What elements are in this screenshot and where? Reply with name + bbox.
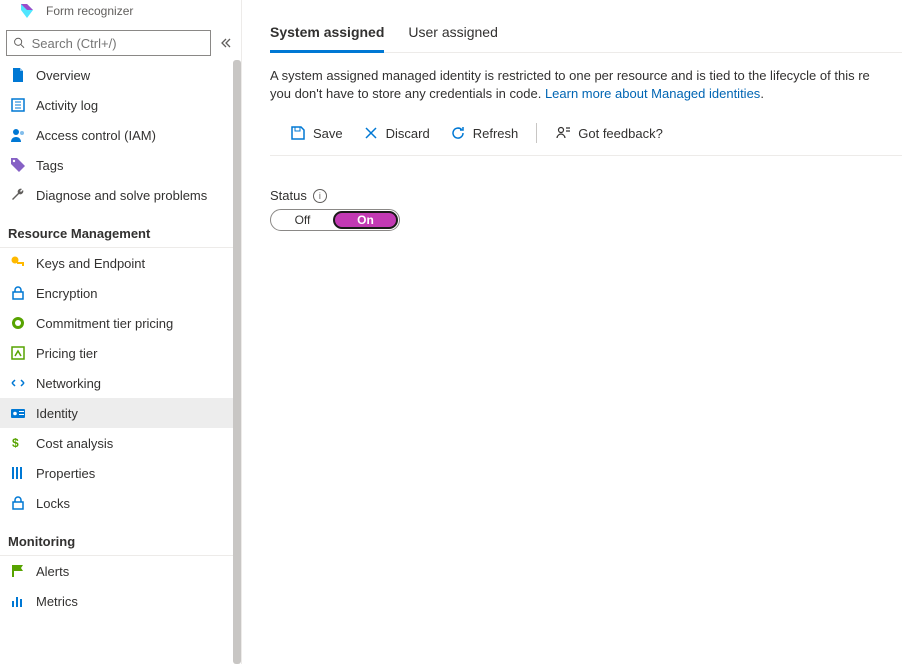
nav-properties[interactable]: Properties: [0, 458, 241, 488]
resource-header: Form recognizer: [0, 0, 241, 26]
feedback-label: Got feedback?: [578, 126, 663, 141]
document-icon: [10, 67, 26, 83]
nav-label: Tags: [36, 158, 63, 173]
lock-icon: [10, 495, 26, 511]
scrollbar[interactable]: [233, 60, 241, 664]
properties-icon: [10, 465, 26, 481]
cost-icon: $: [10, 435, 26, 451]
key-icon: [10, 255, 26, 271]
refresh-icon: [450, 125, 466, 141]
lock-icon: [10, 285, 26, 301]
nav-label: Overview: [36, 68, 90, 83]
chart-icon: [10, 593, 26, 609]
pricing-icon: [10, 345, 26, 361]
feedback-button[interactable]: Got feedback?: [545, 121, 673, 145]
status-toggle[interactable]: Off On: [270, 209, 400, 231]
nav-label: Networking: [36, 376, 101, 391]
nav-cost-analysis[interactable]: $ Cost analysis: [0, 428, 241, 458]
nav-label: Metrics: [36, 594, 78, 609]
nav-encryption[interactable]: Encryption: [0, 278, 241, 308]
nav-label: Activity log: [36, 98, 98, 113]
nav: Overview Activity log Access control (IA…: [0, 60, 241, 664]
desc-line2a: you don't have to store any credentials …: [270, 86, 545, 101]
nav-keys-endpoint[interactable]: Keys and Endpoint: [0, 248, 241, 278]
learn-more-link[interactable]: Learn more about Managed identities: [545, 86, 760, 101]
status-section: Status i Off On: [270, 188, 902, 231]
nav-activity-log[interactable]: Activity log: [0, 90, 241, 120]
nav-label: Alerts: [36, 564, 69, 579]
nav-diagnose[interactable]: Diagnose and solve problems: [0, 180, 241, 210]
collapse-sidebar-button[interactable]: [215, 33, 235, 53]
desc-line1: A system assigned managed identity is re…: [270, 68, 870, 83]
main-content: System assigned User assigned A system a…: [242, 0, 902, 664]
section-monitoring: Monitoring: [0, 524, 241, 556]
feedback-icon: [555, 125, 571, 141]
nav-access-control[interactable]: Access control (IAM): [0, 120, 241, 150]
discard-label: Discard: [386, 126, 430, 141]
svg-text:$: $: [12, 436, 19, 450]
status-label: Status: [270, 188, 307, 203]
search-row: [0, 26, 241, 60]
nav-networking[interactable]: Networking: [0, 368, 241, 398]
nav-commitment-tier[interactable]: Commitment tier pricing: [0, 308, 241, 338]
save-button[interactable]: Save: [280, 121, 353, 145]
nav-alerts[interactable]: Alerts: [0, 556, 241, 586]
resource-name: Form recognizer: [46, 4, 133, 18]
nav-tags[interactable]: Tags: [0, 150, 241, 180]
section-resource-management: Resource Management: [0, 216, 241, 248]
search-icon: [13, 36, 26, 50]
tab-system-assigned[interactable]: System assigned: [270, 16, 384, 53]
resource-icon: [18, 2, 36, 20]
status-label-row: Status i: [270, 188, 902, 203]
sidebar: Form recognizer Overview Activity log: [0, 0, 242, 664]
save-icon: [290, 125, 306, 141]
nav-locks[interactable]: Locks: [0, 488, 241, 518]
nav-label: Identity: [36, 406, 78, 421]
toggle-on[interactable]: On: [333, 211, 398, 229]
nav-label: Keys and Endpoint: [36, 256, 145, 271]
refresh-label: Refresh: [473, 126, 519, 141]
toolbar: Save Discard Refresh Got feedback?: [270, 121, 902, 156]
identity-icon: [10, 405, 26, 421]
tab-user-assigned[interactable]: User assigned: [408, 16, 498, 53]
refresh-button[interactable]: Refresh: [440, 121, 529, 145]
nav-pricing-tier[interactable]: Pricing tier: [0, 338, 241, 368]
nav-identity[interactable]: Identity: [0, 398, 241, 428]
nav-label: Cost analysis: [36, 436, 113, 451]
desc-period: .: [760, 86, 764, 101]
flag-icon: [10, 563, 26, 579]
toggle-off[interactable]: Off: [272, 211, 333, 229]
network-icon: [10, 375, 26, 391]
nav-label: Access control (IAM): [36, 128, 156, 143]
description: A system assigned managed identity is re…: [270, 67, 902, 103]
nav-label: Pricing tier: [36, 346, 97, 361]
tabs: System assigned User assigned: [270, 16, 902, 53]
nav-metrics[interactable]: Metrics: [0, 586, 241, 616]
info-icon[interactable]: i: [313, 189, 327, 203]
nav-overview[interactable]: Overview: [0, 60, 241, 90]
people-icon: [10, 127, 26, 143]
discard-button[interactable]: Discard: [353, 121, 440, 145]
search-field[interactable]: [32, 36, 204, 51]
nav-label: Locks: [36, 496, 70, 511]
search-input[interactable]: [6, 30, 211, 56]
close-icon: [363, 125, 379, 141]
toolbar-separator: [536, 123, 537, 143]
nav-label: Properties: [36, 466, 95, 481]
save-label: Save: [313, 126, 343, 141]
nav-label: Diagnose and solve problems: [36, 188, 207, 203]
circle-check-icon: [10, 315, 26, 331]
log-icon: [10, 97, 26, 113]
tag-icon: [10, 157, 26, 173]
nav-label: Encryption: [36, 286, 97, 301]
wrench-icon: [10, 187, 26, 203]
nav-label: Commitment tier pricing: [36, 316, 173, 331]
